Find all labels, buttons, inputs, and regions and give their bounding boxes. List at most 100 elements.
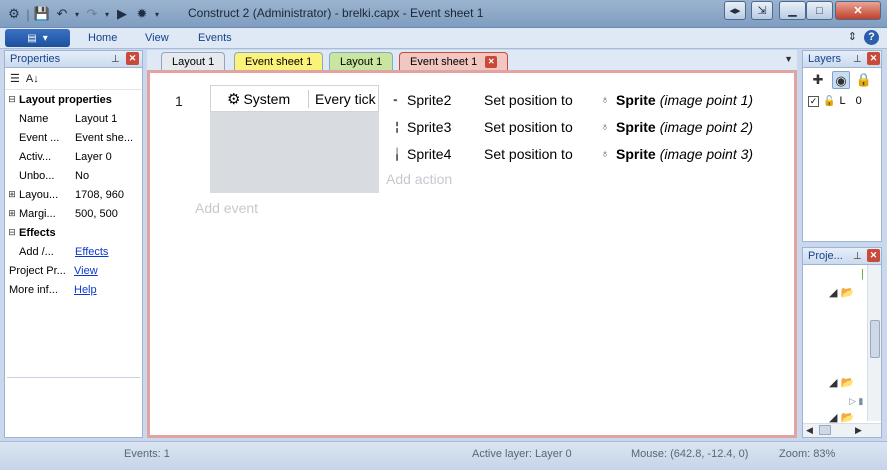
collapse-icon[interactable]: ⊟ xyxy=(5,94,19,105)
tab-layout-1-b[interactable]: Layout 1 xyxy=(329,52,394,70)
categorized-icon[interactable]: ☰ xyxy=(10,72,20,85)
tree-node-folder[interactable]: ◢ 📂 xyxy=(829,286,854,299)
undo-icon[interactable]: ↶ xyxy=(52,4,72,24)
debug-icon[interactable]: ✹ xyxy=(132,4,152,24)
add-action-link[interactable]: Add action xyxy=(386,171,452,187)
status-bar: Events: 1 Active layer: Layer 0 Mouse: (… xyxy=(0,441,887,470)
property-value[interactable]: 500, 500 xyxy=(75,208,139,220)
tab-event-sheet-1[interactable]: Event sheet 1 xyxy=(234,52,324,70)
collapse-icon[interactable]: ⊟ xyxy=(5,227,19,238)
property-name: Project Pr... xyxy=(9,264,66,277)
property-row[interactable]: Unbo... No xyxy=(5,166,142,185)
action-row[interactable]: ╏ Sprite3 Set position to ♁ Sprite (imag… xyxy=(390,115,753,139)
add-event-link[interactable]: Add event xyxy=(195,200,258,216)
ribbon-tab-view[interactable]: View xyxy=(145,32,169,44)
pin-icon[interactable]: ⊥ xyxy=(853,249,862,265)
lock-icon[interactable]: 🔓 xyxy=(823,96,835,107)
ribbon-tab-events[interactable]: Events xyxy=(198,32,232,44)
layers-pane-header: Layers ⊥ ✕ xyxy=(803,51,881,68)
ribbon-minimize-icon[interactable]: ⇕ xyxy=(848,30,857,43)
property-row[interactable]: ⊞ Margi... 500, 500 xyxy=(5,204,142,223)
properties-toolbar: ☰ A↓ xyxy=(5,68,142,90)
property-value[interactable]: Event she... xyxy=(75,132,139,144)
close-button[interactable]: ✕ xyxy=(835,1,881,20)
property-row[interactable]: More inf... Help xyxy=(5,280,142,299)
restore-down-icon[interactable]: ⇲ xyxy=(751,1,773,20)
customize-dropdown-icon[interactable]: ▾ xyxy=(152,4,162,24)
property-value[interactable]: 1708, 960 xyxy=(75,189,139,201)
tree-connector: | xyxy=(861,268,864,280)
horizontal-scrollbar[interactable]: ◀ ▶ xyxy=(803,423,881,437)
property-grid: ⊟ Layout properties Name Layout 1 Event ... E… xyxy=(5,90,142,299)
property-section-header[interactable]: ⊟ Effects xyxy=(5,223,142,242)
property-link[interactable]: View xyxy=(74,265,138,277)
action-row[interactable]: ╽ Sprite4 Set position to ♁ Sprite (imag… xyxy=(390,142,753,166)
property-section-header[interactable]: ⊟ Layout properties xyxy=(5,90,142,109)
vertical-scrollbar[interactable] xyxy=(867,265,881,421)
action-row[interactable]: ╸ Sprite2 Set position to ♁ Sprite (imag… xyxy=(390,88,753,112)
expand-icon[interactable]: ⊞ xyxy=(5,189,19,200)
status-events: Events: 1 xyxy=(124,448,170,460)
sprite-icon: ╽ xyxy=(393,148,401,161)
property-name: Effects xyxy=(19,226,56,239)
action-object: Sprite2 xyxy=(407,92,452,108)
sort-alpha-icon[interactable]: A↓ xyxy=(26,73,39,85)
help-icon[interactable]: ? xyxy=(864,30,879,45)
save-icon[interactable]: 💾 xyxy=(32,4,52,24)
layout-toggle-icon[interactable]: ◂▸ xyxy=(724,1,746,20)
lock-icon[interactable]: 🔒 xyxy=(855,71,873,89)
minimize-button[interactable]: ▁ xyxy=(779,1,806,20)
sprite-icon: ╏ xyxy=(393,121,401,134)
property-row[interactable]: Activ... Layer 0 xyxy=(5,147,142,166)
app-gear-icon[interactable]: ⚙ xyxy=(4,4,24,24)
sprite-icon: ♁ xyxy=(600,94,610,106)
property-value[interactable]: Layout 1 xyxy=(75,113,139,125)
property-description-area xyxy=(7,377,140,437)
layer-visible-checkbox[interactable]: ✓ xyxy=(808,95,819,107)
property-link[interactable]: Effects xyxy=(75,246,139,258)
action-object: Sprite3 xyxy=(407,119,452,135)
properties-pane: Properties ⊥ ✕ ☰ A↓ ⊟ Layout properties Na… xyxy=(4,50,143,438)
app-menu-button[interactable]: ▤ ▾ xyxy=(5,29,70,47)
layer-lock-label: L xyxy=(839,95,846,107)
tab-list-dropdown-icon[interactable]: ▼ xyxy=(784,54,793,64)
property-name: More inf... xyxy=(9,283,58,296)
property-name: Activ... xyxy=(19,150,52,163)
expand-icon[interactable]: ⊞ xyxy=(5,208,19,219)
visibility-eye-icon[interactable]: ◉ xyxy=(832,71,850,89)
close-pane-icon[interactable]: ✕ xyxy=(126,52,139,65)
event-sheet-view: 1 ⚙ System Every tick Add event ╸ Sprite… xyxy=(147,70,797,438)
close-pane-icon[interactable]: ✕ xyxy=(867,52,880,65)
property-value[interactable]: Layer 0 xyxy=(75,151,139,163)
action-parameter: ♁ Sprite (image point 3) xyxy=(598,146,753,162)
condition-row[interactable]: ⚙ System Every tick xyxy=(210,85,379,112)
close-tab-icon[interactable]: ✕ xyxy=(485,56,498,69)
action-text: Set position to xyxy=(484,146,573,162)
property-name: Event ... xyxy=(19,131,60,144)
redo-dropdown-icon[interactable]: ▾ xyxy=(102,4,112,24)
property-link[interactable]: Help xyxy=(74,284,138,296)
tree-node-folder[interactable]: ◢ 📂 xyxy=(829,376,854,389)
run-layout-icon[interactable]: ▶ xyxy=(112,4,132,24)
property-row[interactable]: Project Pr... View xyxy=(5,261,142,280)
property-row[interactable]: Add /... Effects xyxy=(5,242,142,261)
undo-dropdown-icon[interactable]: ▾ xyxy=(72,4,82,24)
add-layer-icon[interactable]: ✚ xyxy=(809,71,827,89)
tab-event-sheet-1-active[interactable]: Event sheet 1 ✕ xyxy=(399,52,509,70)
layer-row[interactable]: ✓ 🔓 L 0 xyxy=(803,92,881,110)
pin-icon[interactable]: ⊥ xyxy=(853,52,862,68)
property-value[interactable]: No xyxy=(75,170,139,182)
tab-layout-1[interactable]: Layout 1 xyxy=(161,52,226,70)
tree-expand-icon[interactable]: ▷ ▮ xyxy=(849,396,863,407)
event-block[interactable]: ⚙ System Every tick xyxy=(210,85,379,193)
status-active-layer: Active layer: Layer 0 xyxy=(472,448,572,460)
redo-icon[interactable]: ↷ xyxy=(82,4,102,24)
scrollbar-thumb[interactable] xyxy=(870,320,880,358)
ribbon-tab-home[interactable]: Home xyxy=(88,32,117,44)
property-row[interactable]: ⊞ Layou... 1708, 960 xyxy=(5,185,142,204)
property-row[interactable]: Event ... Event she... xyxy=(5,128,142,147)
property-row[interactable]: Name Layout 1 xyxy=(5,109,142,128)
maximize-button[interactable]: □ xyxy=(806,1,833,20)
close-pane-icon[interactable]: ✕ xyxy=(867,249,880,262)
pin-icon[interactable]: ⊥ xyxy=(111,52,120,68)
